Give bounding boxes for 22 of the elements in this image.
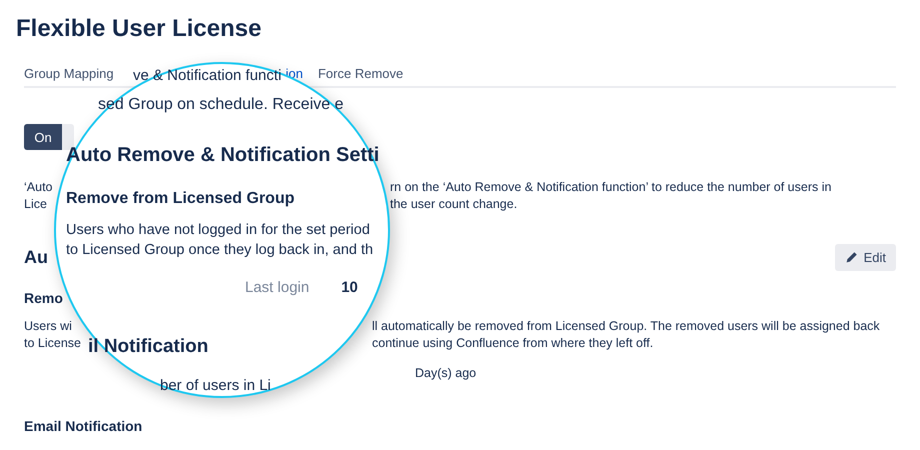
text-fragment: ll automatically be removed from Licensed Group. The removed users will be assigned back (372, 318, 880, 335)
text-fragment: the user count change. (390, 196, 518, 213)
pencil-icon (844, 251, 858, 264)
text-fragment: Users wi (24, 318, 72, 335)
text-fragment: Users who have not logged in for the set period (66, 222, 370, 240)
page-title: Flexible User License (16, 14, 262, 44)
field-value: 10 (341, 279, 358, 298)
subheading: Email Notification (24, 417, 144, 435)
field-label: Last login (245, 279, 310, 298)
subheading: il Notification (88, 336, 208, 358)
text-fragment: ‘Auto (24, 179, 52, 196)
subheading: Remo (24, 289, 64, 307)
text-fragment: continue using Confluence from where they left off. (372, 335, 654, 352)
text-fragment: to Licensed Group once they log back in, and th (66, 242, 374, 260)
edit-button[interactable]: Edit (834, 244, 896, 271)
days-label: Day(s) ago (415, 366, 476, 380)
text-fragment: Lice (24, 196, 47, 213)
subheading: Remove from Licensed Group (66, 190, 294, 209)
text-fragment: rn on the ‘Auto Remove & Notification function’ to reduce the number of users in (390, 179, 832, 196)
section-heading: Au (24, 247, 48, 268)
text-fragment: to License (24, 335, 81, 352)
toggle-option[interactable]: On (24, 124, 62, 150)
